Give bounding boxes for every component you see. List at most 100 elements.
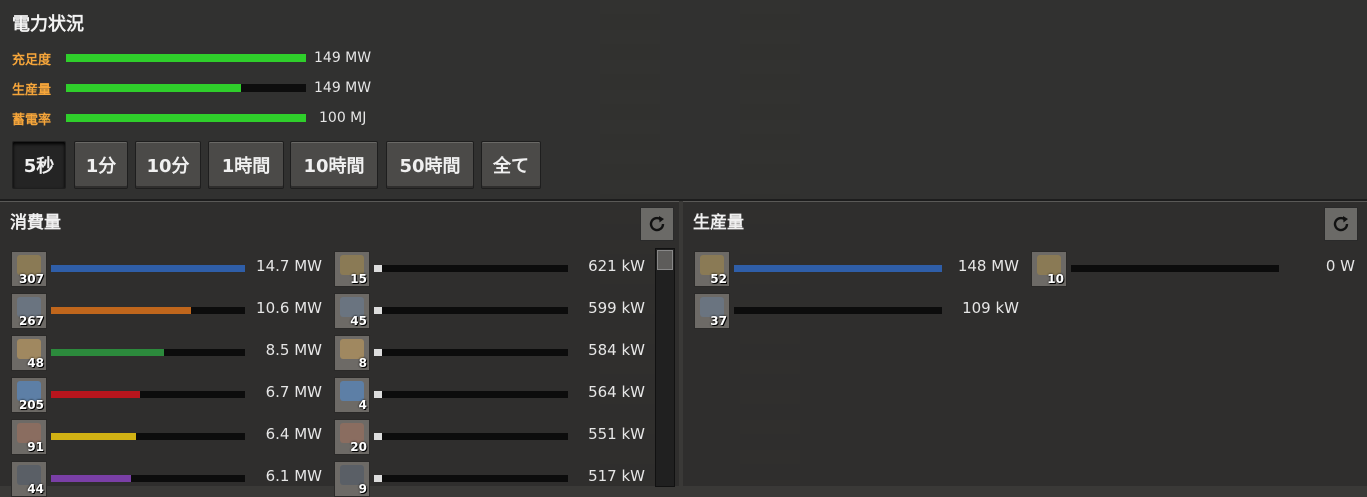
consumption-scrollbar[interactable] bbox=[655, 248, 675, 487]
power-bar bbox=[374, 307, 568, 314]
power-entry[interactable]: 9 517 kW bbox=[334, 461, 645, 497]
power-bar bbox=[374, 391, 568, 398]
power-entry[interactable]: 267 10.6 MW bbox=[11, 293, 322, 329]
entity-count: 9 bbox=[358, 482, 367, 496]
production-bar bbox=[66, 84, 306, 92]
production-panel: 生産量 52 148 MW 37 109 kW 10 0 W bbox=[683, 201, 1367, 486]
power-value: 517 kW bbox=[588, 467, 645, 485]
power-bar-fill bbox=[51, 349, 164, 356]
stat-label: 充足度 bbox=[12, 52, 52, 68]
power-bar-fill bbox=[374, 349, 382, 356]
power-value: 0 W bbox=[1325, 257, 1355, 275]
power-bar bbox=[51, 307, 245, 314]
power-bar bbox=[374, 349, 568, 356]
stat-value: 100 MJ bbox=[319, 110, 367, 126]
power-value: 564 kW bbox=[588, 383, 645, 401]
consumption-refresh-button[interactable] bbox=[640, 207, 674, 241]
power-bar bbox=[51, 349, 245, 356]
assembler-icon: 267 bbox=[11, 293, 47, 329]
satisfaction-row: 充足度 149 MW bbox=[12, 48, 371, 68]
solar-panel-icon: 37 bbox=[694, 293, 730, 329]
stat-value: 149 MW bbox=[314, 80, 372, 96]
power-bar-fill bbox=[374, 307, 382, 314]
accumulator-charge-row: 蓄電率 100 MJ bbox=[12, 108, 366, 128]
entity-count: 267 bbox=[18, 314, 44, 328]
production-refresh-button[interactable] bbox=[1324, 207, 1358, 241]
power-value: 8.5 MW bbox=[265, 341, 322, 359]
lab-icon: 307 bbox=[11, 251, 47, 287]
entity-count: 91 bbox=[27, 440, 44, 454]
power-bar-fill bbox=[374, 391, 382, 398]
power-bar bbox=[734, 307, 942, 314]
power-value: 14.7 MW bbox=[256, 257, 322, 275]
power-entry[interactable]: 307 14.7 MW bbox=[11, 251, 322, 287]
power-bar bbox=[374, 265, 568, 272]
pump-icon: 4 bbox=[334, 377, 370, 413]
entity-count: 44 bbox=[27, 482, 44, 496]
power-value: 6.4 MW bbox=[265, 425, 322, 443]
entity-count: 307 bbox=[18, 272, 44, 286]
power-value: 109 kW bbox=[962, 299, 1019, 317]
inserter-icon: 205 bbox=[11, 377, 47, 413]
entity-count: 15 bbox=[350, 272, 367, 286]
time-button-10m[interactable]: 10分 bbox=[135, 141, 201, 189]
power-entry[interactable]: 48 8.5 MW bbox=[11, 335, 322, 371]
power-entry[interactable]: 52 148 MW bbox=[694, 251, 1019, 287]
stat-label: 生産量 bbox=[12, 82, 52, 98]
power-value: 584 kW bbox=[588, 341, 645, 359]
power-entry[interactable]: 44 6.1 MW bbox=[11, 461, 322, 497]
power-bar bbox=[51, 265, 245, 272]
power-entry[interactable]: 8 584 kW bbox=[334, 335, 645, 371]
electric-network-panel: 電力状況 充足度 149 MW 生産量 149 MW 蓄電率 100 MJ 5秒… bbox=[0, 0, 1367, 201]
accumulator-charge-bar bbox=[66, 114, 306, 122]
power-entry[interactable]: 205 6.7 MW bbox=[11, 377, 322, 413]
time-button-5s[interactable]: 5秒 bbox=[12, 141, 66, 189]
entity-count: 52 bbox=[710, 272, 727, 286]
power-bar bbox=[1071, 265, 1279, 272]
power-value: 10.6 MW bbox=[256, 299, 322, 317]
centrifuge-icon: 8 bbox=[334, 335, 370, 371]
power-bar-fill bbox=[51, 433, 137, 440]
power-value: 6.1 MW bbox=[265, 467, 322, 485]
time-button-1m[interactable]: 1分 bbox=[74, 141, 128, 189]
entity-count: 10 bbox=[1047, 272, 1064, 286]
satisfaction-bar bbox=[66, 54, 306, 62]
refresh-icon bbox=[1333, 216, 1349, 232]
stat-value: 149 MW bbox=[314, 50, 372, 66]
power-value: 148 MW bbox=[957, 257, 1019, 275]
panel-title: 電力状況 bbox=[12, 14, 84, 35]
power-value: 6.7 MW bbox=[265, 383, 322, 401]
time-button-all[interactable]: 全て bbox=[481, 141, 541, 189]
time-button-10h[interactable]: 10時間 bbox=[290, 141, 378, 189]
entity-count: 20 bbox=[350, 440, 367, 454]
entity-count: 205 bbox=[18, 398, 44, 412]
power-bar-fill bbox=[374, 433, 382, 440]
power-bar-fill bbox=[51, 307, 191, 314]
entity-count: 45 bbox=[350, 314, 367, 328]
power-value: 551 kW bbox=[588, 425, 645, 443]
power-value: 599 kW bbox=[588, 299, 645, 317]
power-entry[interactable]: 20 551 kW bbox=[334, 419, 645, 455]
power-bar-fill bbox=[51, 475, 131, 482]
power-bar bbox=[51, 433, 245, 440]
time-button-1h[interactable]: 1時間 bbox=[208, 141, 284, 189]
power-entry[interactable]: 10 0 W bbox=[1031, 251, 1355, 287]
power-entry[interactable]: 45 599 kW bbox=[334, 293, 645, 329]
accumulator-icon: 10 bbox=[1031, 251, 1067, 287]
power-bar-fill bbox=[51, 391, 141, 398]
production-row: 生産量 149 MW bbox=[12, 78, 371, 98]
scroll-thumb[interactable] bbox=[657, 250, 673, 270]
time-button-50h[interactable]: 50時間 bbox=[386, 141, 474, 189]
consumption-title: 消費量 bbox=[10, 213, 61, 233]
entity-count: 8 bbox=[358, 356, 367, 370]
entity-count: 37 bbox=[710, 314, 727, 328]
drill-icon: 44 bbox=[11, 461, 47, 497]
power-entry[interactable]: 91 6.4 MW bbox=[11, 419, 322, 455]
stat-label: 蓄電率 bbox=[12, 112, 52, 128]
power-entry[interactable]: 37 109 kW bbox=[694, 293, 1019, 329]
power-entry[interactable]: 4 564 kW bbox=[334, 377, 645, 413]
roboport-icon: 9 bbox=[334, 461, 370, 497]
production-title: 生産量 bbox=[693, 213, 744, 233]
power-entry[interactable]: 15 621 kW bbox=[334, 251, 645, 287]
beacon-icon: 48 bbox=[11, 335, 47, 371]
